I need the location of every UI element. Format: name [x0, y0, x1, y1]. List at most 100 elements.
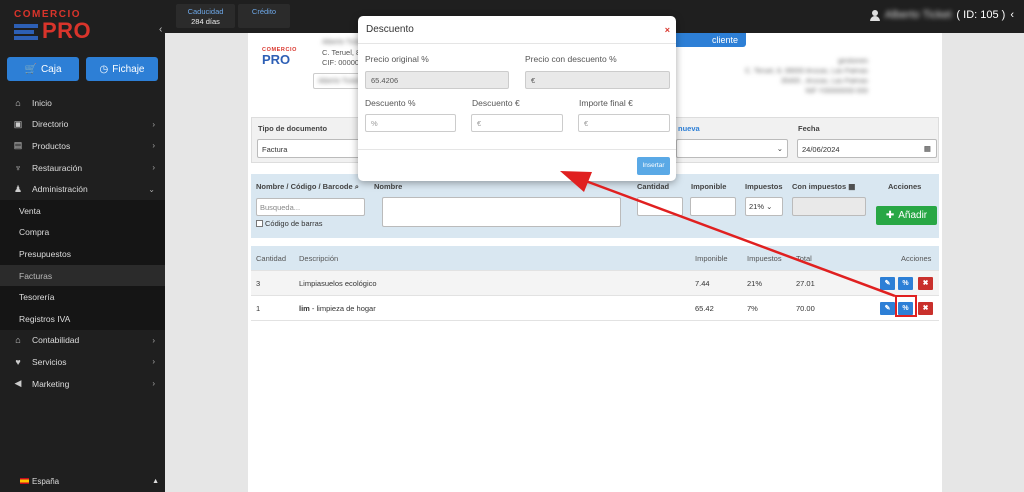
serie-select[interactable]: ⌄: [676, 139, 788, 158]
fichaje-label: Fichaje: [112, 63, 145, 75]
descuento-eur-input[interactable]: €: [471, 114, 563, 132]
edit-icon[interactable]: ✎: [880, 277, 895, 290]
sidebar-menu: ⌂ Inicio ▣ Directorio › ▤ Productos › ♆ Restau…: [0, 92, 165, 394]
subitem-label: Tesorería: [19, 292, 55, 303]
subitem-label: Facturas: [19, 270, 53, 281]
client-info-line: C. Teruel, 8, 08000 Arucas, Las Palmas: [745, 68, 868, 75]
checkbox-icon[interactable]: [256, 220, 263, 227]
precio-descuento-input[interactable]: €: [525, 71, 670, 89]
imponible-header: Imponible: [691, 182, 727, 191]
sidebar-item-restauracion[interactable]: ♆ Restauración ›: [0, 157, 165, 179]
fecha-value: 24/06/2024: [802, 145, 840, 154]
serie-nueva-label[interactable]: nueva: [678, 124, 700, 133]
precio-descuento-label: Precio con descuento %: [525, 54, 617, 64]
tipo-documento-select[interactable]: Factura: [257, 139, 362, 158]
con-impuestos-input[interactable]: [792, 197, 866, 216]
nombre-header: Nombre: [374, 182, 403, 191]
nuevo-cliente-label: cliente: [711, 35, 738, 45]
product-search-input[interactable]: Busqueda...: [256, 198, 365, 216]
bank-icon: ⌂: [15, 335, 21, 346]
caducidad-tab[interactable]: Caducidad 284 días: [176, 4, 235, 28]
desc-rest: - limpieza de hogar: [309, 304, 376, 313]
chevron-right-icon: ›: [152, 379, 155, 389]
add-product-button[interactable]: ✚ Añadir: [876, 206, 937, 225]
modal-divider: [358, 43, 676, 44]
client-select[interactable]: Alberto Ticket: [313, 73, 363, 89]
sidebar-subitem-compra[interactable]: Compra: [0, 222, 165, 244]
impuestos-select[interactable]: 21% ⌄: [745, 197, 783, 216]
clock-icon: ◷: [99, 63, 109, 75]
cell-total: 70.00: [796, 304, 815, 313]
fecha-input[interactable]: 24/06/2024 ▦: [797, 139, 937, 158]
delete-icon[interactable]: ✖: [918, 302, 933, 315]
search-icon: ⌕: [354, 182, 359, 191]
modal-divider: [358, 149, 676, 150]
caja-button[interactable]: 🛒 Caja: [7, 57, 79, 81]
descuento-pct-input[interactable]: %: [365, 114, 456, 132]
caret-up-icon: ▲: [152, 477, 159, 485]
home-icon: ⌂: [15, 97, 21, 108]
nuevo-cliente-button[interactable]: cliente: [668, 33, 746, 47]
doc-logo-pro: PRO: [262, 52, 291, 67]
client-info: gestiones C. Teruel, 8, 08000 Arucas, La…: [745, 57, 868, 97]
logo-text-pro: PRO: [42, 18, 92, 43]
client-select-value: Alberto Ticket: [318, 78, 361, 85]
sidebar-item-administracion[interactable]: ♟ Administración ⌄: [0, 178, 165, 200]
cell-impuestos: 7%: [747, 304, 758, 313]
sidebar-item-label: Marketing: [32, 378, 70, 389]
language-selector[interactable]: España ▲: [0, 470, 165, 492]
importe-final-label: Importe final €: [579, 98, 633, 108]
search-placeholder: Busqueda...: [260, 203, 301, 212]
calendar-icon[interactable]: ▦: [924, 144, 931, 153]
tipo-documento-label: Tipo de documento: [258, 124, 328, 133]
user-menu[interactable]: Alberto Ticket ( ID: 105 ) ‹: [869, 9, 1014, 21]
collapse-sidebar-icon[interactable]: ‹: [159, 24, 162, 35]
cell-cantidad: 1: [256, 304, 261, 313]
megaphone-icon: ◀: [14, 378, 22, 389]
sidebar-item-marketing[interactable]: ◀ Marketing ›: [0, 373, 165, 395]
cart-icon: 🛒: [24, 63, 37, 75]
delete-icon[interactable]: ✖: [918, 277, 933, 290]
sidebar-subitem-tesoreria[interactable]: Tesorería: [0, 286, 165, 308]
subitem-label: Presupuestos: [19, 248, 71, 259]
checkbox-label: Código de barras: [265, 219, 323, 228]
product-name-textarea[interactable]: [382, 197, 621, 227]
sidebar-item-contabilidad[interactable]: ⌂ Contabilidad ›: [0, 330, 165, 352]
app-logo[interactable]: COMERCIO PRO: [14, 9, 94, 43]
sidebar-item-directorio[interactable]: ▣ Directorio ›: [0, 114, 165, 136]
caja-label: Caja: [40, 63, 62, 75]
sidebar-item-servicios[interactable]: ♥ Servicios ›: [0, 351, 165, 373]
cell-imponible: 65.42: [695, 304, 714, 313]
sidebar-item-label: Restauración: [32, 162, 83, 173]
sidebar-subitem-facturas[interactable]: Facturas: [0, 264, 165, 287]
fichaje-button[interactable]: ◷ Fichaje: [86, 57, 158, 81]
barcode-checkbox[interactable]: Código de barras: [256, 219, 323, 228]
sidebar-subitem-venta[interactable]: Venta: [0, 200, 165, 222]
column-header: Imponible: [695, 254, 728, 263]
spain-flag-icon: [20, 478, 29, 484]
sidebar-item-label: Directorio: [32, 119, 69, 130]
credito-tab[interactable]: Crédito: [238, 4, 290, 28]
invoice-lines-table: Cantidad Descripción Imponible Impuestos…: [251, 246, 939, 321]
edit-icon[interactable]: ✎: [880, 302, 895, 315]
sidebar-subitem-registros-iva[interactable]: Registros IVA: [0, 308, 165, 330]
close-icon[interactable]: ×: [665, 25, 670, 35]
chevron-right-icon: ›: [152, 141, 155, 151]
products-icon: ▤: [13, 140, 23, 151]
sidebar-item-inicio[interactable]: ⌂ Inicio: [0, 92, 165, 114]
sidebar-item-productos[interactable]: ▤ Productos ›: [0, 135, 165, 157]
user-name: Alberto Ticket: [884, 9, 952, 21]
insertar-button[interactable]: Insertar: [637, 157, 670, 175]
admin-icon: ♟: [13, 183, 23, 194]
imponible-input[interactable]: [690, 197, 736, 216]
cantidad-input[interactable]: [637, 197, 683, 216]
discount-icon[interactable]: %: [898, 277, 913, 290]
chevron-left-icon[interactable]: ‹: [1010, 9, 1014, 21]
annotation-highlight-box: [895, 295, 917, 317]
column-header: Acciones: [901, 254, 932, 263]
calculator-icon: ▦: [848, 182, 856, 191]
precio-original-input[interactable]: 65.4206: [365, 71, 509, 89]
tipo-documento-value: Factura: [262, 145, 288, 154]
importe-final-input[interactable]: €: [578, 114, 670, 132]
sidebar-subitem-presupuestos[interactable]: Presupuestos: [0, 243, 165, 265]
